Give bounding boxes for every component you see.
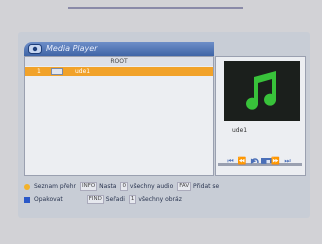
settings-label: Nasta [99,183,117,190]
add-label: Přidat se [193,183,220,190]
footer-line-1: Seznam přehr INFO Nasta 0 všechny audio FAV… [24,182,219,192]
yellow-key-icon [24,183,30,190]
footer-line-2: Opakovat FIND Seřadi 1 všechny obráz [24,195,182,205]
info-key: INFO [80,182,98,191]
folder-icon [51,68,63,75]
music-note-icon [246,71,277,110]
list-item-name: ude1 [75,68,91,75]
all-audio-label: všechny audio [129,183,174,190]
sort-label: Seřadi [105,196,125,203]
playlist-label: Seznam přehr [34,183,76,190]
fast-forward-icon[interactable]: ⏩ [271,157,281,165]
media-player-icon [28,44,42,54]
stop-icon[interactable]: ■ [261,157,269,165]
one-key: 1 [128,195,137,204]
skip-back-icon[interactable]: ⏮ [227,157,234,165]
top-divider [68,7,243,9]
preview-filename: ude1 [232,127,248,134]
preview-thumbnail [224,61,300,121]
root-header: ROOT [25,57,213,66]
all-images-label: všechny obráz [138,196,182,203]
repeat-label: Opakovat [34,196,63,203]
blue-key-icon [24,196,30,203]
window-title: Media Player [46,44,98,53]
transport-controls: ⏮ ⏪ ▶ ■ ⏩ ⏭ [215,156,304,166]
list-item-index: 1 [37,68,41,75]
find-key: FIND [86,195,104,204]
list-item[interactable]: 1 ude1 [25,67,213,76]
fav-key: FAV [177,182,192,191]
file-browser: ROOT 1 ude1 [24,56,214,176]
play-icon[interactable]: ▶ [251,157,257,165]
skip-forward-icon[interactable]: ⏭ [284,157,291,165]
zero-key: 0 [120,182,128,191]
title-bar: Media Player [24,42,214,56]
rewind-icon[interactable]: ⏪ [238,157,248,165]
